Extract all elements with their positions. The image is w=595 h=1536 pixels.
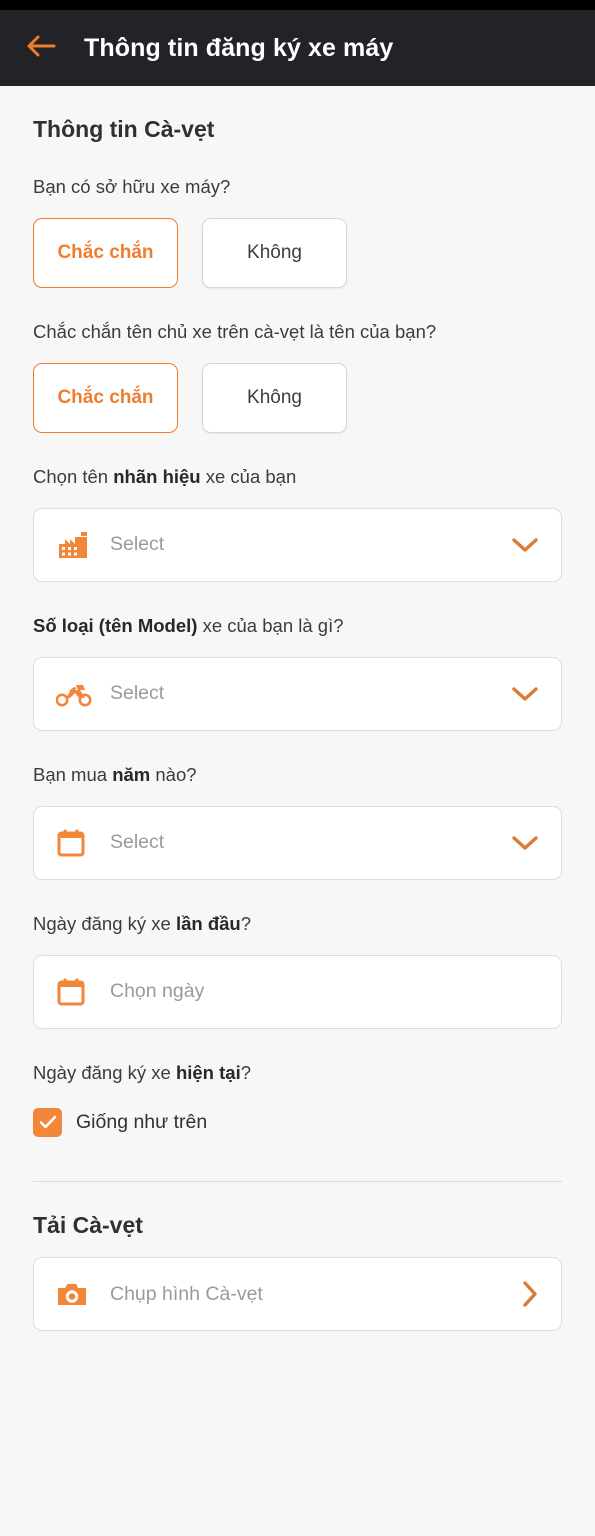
brand-label: Chọn tên nhãn hiệu xe của bạn bbox=[33, 465, 562, 490]
brand-select[interactable]: Select bbox=[33, 507, 562, 582]
calendar-icon bbox=[56, 828, 98, 858]
arrow-left-icon bbox=[26, 33, 56, 64]
motorcycle-icon bbox=[56, 681, 98, 707]
choice-owner-no-label: Không bbox=[247, 386, 302, 408]
brand-select-value: Select bbox=[110, 533, 165, 556]
camera-icon bbox=[56, 1281, 98, 1308]
chevron-down-icon[interactable] bbox=[511, 536, 539, 554]
first-reg-label-bold: lần đầu bbox=[175, 912, 241, 934]
question-owner-name-label: Chắc chắn tên chủ xe trên cà-vẹt là tên … bbox=[33, 320, 437, 342]
cur-reg-label-post: ? bbox=[240, 1061, 252, 1083]
app-header: Thông tin đăng ký xe máy bbox=[0, 10, 595, 86]
calendar-icon bbox=[56, 977, 98, 1007]
first-reg-label-pre: Ngày đăng ký xe bbox=[33, 912, 176, 934]
model-label-post: xe của bạn là gì? bbox=[197, 614, 344, 636]
app-screen: Thông tin đăng ký xe máy Thông tin Cà-vẹ… bbox=[0, 0, 595, 1536]
first-registration-date-input[interactable]: Chọn ngày bbox=[33, 954, 562, 1029]
year-select[interactable]: Select bbox=[33, 805, 562, 880]
same-as-above-label: Giống như trên bbox=[76, 1110, 208, 1133]
question-own-choices: Chắc chắn Không bbox=[33, 217, 562, 288]
model-select-value: Select bbox=[110, 682, 165, 705]
choice-own-yes[interactable]: Chắc chắn bbox=[33, 217, 178, 288]
year-label: Bạn mua năm nào? bbox=[33, 763, 562, 788]
section-divider bbox=[33, 1180, 562, 1183]
capture-cavet-photo-button[interactable]: Chụp hình Cà-vẹt bbox=[33, 1257, 562, 1332]
choice-owner-yes-label: Chắc chắn bbox=[57, 386, 154, 408]
year-label-pre: Bạn mua bbox=[33, 763, 113, 785]
model-label-bold: Số loại (tên Model) bbox=[33, 614, 198, 636]
current-registration-label: Ngày đăng ký xe hiện tại? bbox=[33, 1061, 562, 1086]
cur-reg-label-bold: hiện tại bbox=[175, 1061, 241, 1083]
chevron-down-icon[interactable] bbox=[511, 834, 539, 852]
factory-icon bbox=[56, 530, 98, 560]
brand-label-pre: Chọn tên bbox=[33, 465, 114, 487]
year-label-post: nào? bbox=[150, 763, 197, 785]
section-title-upload: Tải Cà-vẹt bbox=[33, 1212, 143, 1239]
status-bar bbox=[0, 0, 595, 10]
choice-own-yes-label: Chắc chắn bbox=[57, 241, 154, 263]
cur-reg-label-pre: Ngày đăng ký xe bbox=[33, 1061, 176, 1083]
section-title-cavet: Thông tin Cà-vẹt bbox=[33, 116, 215, 142]
model-label: Số loại (tên Model) xe của bạn là gì? bbox=[33, 614, 562, 639]
choice-owner-no[interactable]: Không bbox=[202, 362, 347, 433]
chevron-right-icon[interactable] bbox=[521, 1280, 539, 1308]
year-label-bold: năm bbox=[112, 763, 151, 785]
same-as-above-checkbox[interactable] bbox=[33, 1107, 62, 1137]
model-select[interactable]: Select bbox=[33, 656, 562, 731]
same-as-above-checkbox-row[interactable]: Giống như trên bbox=[33, 1107, 562, 1137]
choice-owner-yes[interactable]: Chắc chắn bbox=[33, 362, 178, 433]
brand-label-post: xe của bạn bbox=[200, 465, 297, 487]
choice-own-no-label: Không bbox=[247, 241, 302, 263]
brand-label-bold: nhãn hiệu bbox=[113, 465, 201, 487]
first-registration-label: Ngày đăng ký xe lần đầu? bbox=[33, 912, 562, 937]
back-button[interactable] bbox=[18, 25, 64, 71]
question-owner-name-choices: Chắc chắn Không bbox=[33, 362, 562, 433]
page-title: Thông tin đăng ký xe máy bbox=[84, 33, 394, 62]
first-reg-label-post: ? bbox=[240, 912, 252, 934]
capture-cavet-photo-value: Chụp hình Cà-vẹt bbox=[110, 1282, 263, 1305]
chevron-down-icon[interactable] bbox=[511, 685, 539, 703]
year-select-value: Select bbox=[110, 831, 165, 854]
first-registration-date-value: Chọn ngày bbox=[110, 980, 205, 1003]
choice-own-no[interactable]: Không bbox=[202, 217, 347, 288]
form-content: Thông tin Cà-vẹt Bạn có sở hữu xe máy? C… bbox=[0, 116, 595, 1332]
question-own-label: Bạn có sở hữu xe máy? bbox=[33, 176, 231, 197]
